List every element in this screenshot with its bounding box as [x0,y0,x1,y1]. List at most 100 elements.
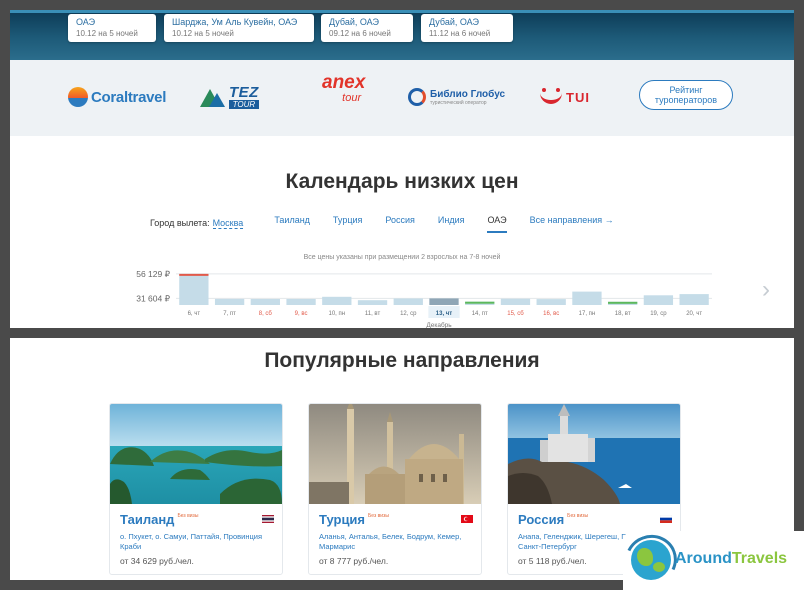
visa-badge: Без визы [567,513,589,519]
calendar-title: Календарь низких цен [285,170,519,193]
biblio-globus-logo[interactable]: Библио Глобус туристический оператор [408,82,505,112]
x-tick-label: 20, чт [686,311,702,317]
hot-tour-card[interactable]: Дубай, ОАЭ 11.12 на 6 ночей [421,14,513,42]
aroundtravels-watermark: AroundTravels [618,527,804,590]
price-bar [214,298,245,305]
tab-thailand[interactable]: Таиланд [274,213,310,233]
hot-tour-dates: 10.12 на 5 ночей [76,29,138,38]
destination-name: Россия [518,512,565,527]
y-tick-label: 56 129 ₽ [136,269,170,279]
destination-name: Турция [319,512,366,527]
x-tick-label: 13, чт [436,311,452,317]
x-tick-label: 16, вс [543,311,559,317]
price-bar [322,296,352,305]
tez-subtitle: TOUR [229,99,259,109]
biblio-subtitle: туристический оператор [430,99,487,106]
tez-wordmark: TEZ [229,83,259,101]
x-tick-label: 8, сб [259,311,273,317]
hot-tour-destination: Дубай, ОАЭ [429,17,479,27]
destination-name: Таиланд [120,512,175,527]
anex-subtitle: tour [342,92,362,104]
x-tick-label: 12, ср [400,311,417,317]
calendar-tabs: Город вылета: Москва Таиланд Турция Росс… [150,213,614,233]
popular-title: Популярные направления [264,349,540,372]
x-tick-label: 7, пт [223,311,236,317]
price-bar [679,294,709,305]
turkey-flag-icon [461,515,473,523]
price-bar [286,299,316,305]
x-tick-label: 19, ср [650,311,667,317]
price-bar [393,298,423,305]
y-tick-label: 31 604 ₽ [136,293,170,303]
coraltravel-sun-icon [68,87,88,107]
destination-card[interactable]: Таиланд Без визы о. Пхукет, о. Самуи, Па… [109,403,283,575]
x-tick-label: 17, пн [579,311,596,317]
price-bar [572,291,602,305]
hot-tour-card[interactable]: ОАЭ 10.12 на 5 ночей [68,14,156,42]
anex-tour-logo[interactable]: anex tour [322,73,365,104]
watermark-brand-travels: Travels [731,550,788,567]
russia-photo [508,404,680,504]
hot-tour-card[interactable]: Дубай, ОАЭ 09.12 на 6 ночей [321,14,413,42]
price-bar [500,298,531,305]
tez-mountain-icon [200,87,226,107]
globe-icon [631,540,671,580]
turkey-photo [309,404,481,504]
departure-city-select[interactable]: Москва [212,218,244,229]
coraltravel-logo[interactable]: Coraltravel [68,82,166,112]
thailand-flag-icon [262,515,274,523]
x-tick-label: 14, пт [472,311,488,317]
chevron-right-icon[interactable]: › [762,275,776,305]
x-tick-label: 15, сб [507,311,524,317]
hero-banner: ОАЭ 10.12 на 5 ночей Шарджа, Ум Аль Куве… [10,10,794,60]
price-bar [643,295,674,305]
x-tick-label: 10, пн [329,311,346,317]
hot-tour-dates: 11.12 на 6 ночей [429,29,491,38]
x-tick-label: 11, вт [365,311,381,317]
hot-tour-dates: 10.12 на 5 ночей [172,29,234,38]
coraltravel-wordmark: Coraltravel [91,88,167,106]
tui-logo[interactable]: TUI [540,82,590,112]
biblio-globe-icon [408,88,426,106]
thailand-photo [110,404,282,504]
all-directions-link[interactable]: Все направления → [530,213,614,233]
x-tick-label: 18, вт [615,311,631,317]
tour-operators-strip: Coraltravel TEZ TOUR anex tour Библио Гл… [10,60,794,136]
price-bar [429,298,459,305]
destination-price: от 34 629 руб./чел. [120,556,194,566]
departure-city-label: Город вылета: [150,218,210,228]
destination-price: от 8 777 руб./чел. [319,556,389,566]
x-tick-label: 9, вс [295,311,308,317]
price-bar [357,300,388,305]
destination-price: от 5 118 руб./чел. [518,556,587,566]
hot-tour-destination: Шарджа, Ум Аль Кувейн, ОАЭ [172,17,298,27]
month-label: Декабрь [426,321,452,328]
min-price-marker [465,301,495,304]
tui-smile-icon [540,88,562,104]
price-bar [250,299,280,305]
destination-card[interactable]: Турция Без визы Аланья, Анталья, Белек, … [308,403,482,575]
destination-cities[interactable]: о. Пхукет, о. Самуи, Паттайя, Провинция … [120,532,276,552]
tui-wordmark: TUI [566,89,590,105]
hot-tour-destination: Дубай, ОАЭ [329,17,379,27]
tab-russia[interactable]: Россия [385,213,415,233]
destination-cities[interactable]: Аланья, Анталья, Белек, Бодрум, Кемер, М… [319,532,475,552]
tez-tour-logo[interactable]: TEZ TOUR [200,82,259,112]
tab-india[interactable]: Индия [438,213,465,233]
hot-tour-dates: 09.12 на 6 ночей [329,29,391,38]
visa-badge: Без визы [177,513,199,519]
low-price-calendar-chart: 56 129 ₽ 31 604 ₽ 6, чт 7, пт 8, сб 9, вс 10, … [136,269,712,328]
tab-turkey[interactable]: Турция [333,213,362,233]
watermark-brand-around: Around [675,550,732,567]
price-bar [536,299,566,305]
biblio-wordmark: Библио Глобус [430,88,506,100]
operators-rating-button[interactable]: Рейтинг туроператоров [639,80,733,110]
main-page-screenshot-top: ОАЭ 10.12 на 5 ночей Шарджа, Ум Аль Куве… [10,10,794,328]
price-note: Все цены указаны при размещении 2 взросл… [303,254,501,261]
x-tick-label: 6, чт [188,311,201,317]
russia-flag-icon [660,515,672,523]
hot-tour-card[interactable]: Шарджа, Ум Аль Кувейн, ОАЭ 10.12 на 5 но… [164,14,314,42]
tab-uae[interactable]: ОАЭ [487,213,507,233]
hot-tour-destination: ОАЭ [76,17,96,27]
min-price-marker [608,301,638,304]
